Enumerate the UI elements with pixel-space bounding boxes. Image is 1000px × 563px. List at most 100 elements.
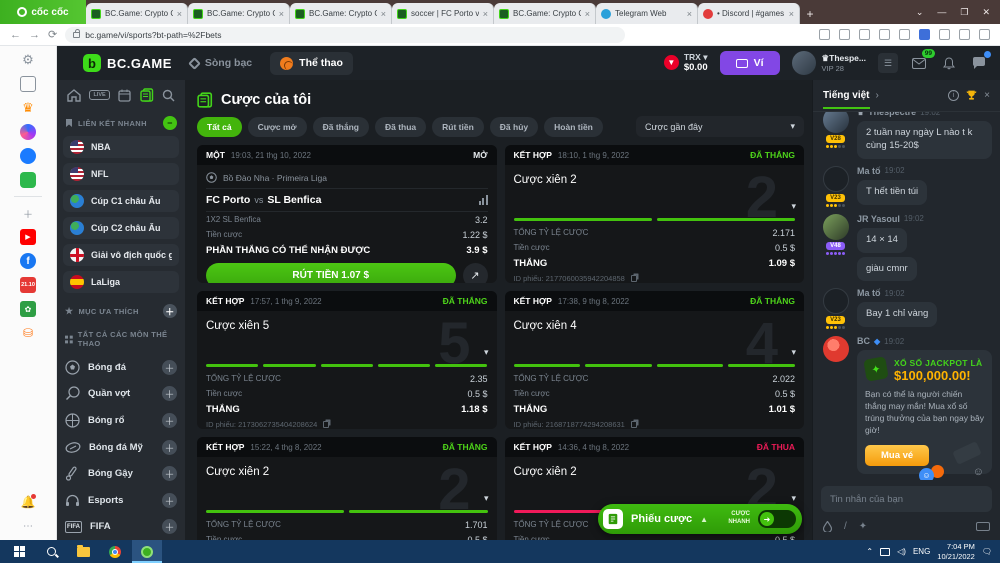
home-icon[interactable] bbox=[67, 88, 81, 102]
facebook-icon[interactable]: f bbox=[20, 253, 36, 269]
copy-icon[interactable] bbox=[630, 421, 637, 428]
wallet-button[interactable]: Ví bbox=[719, 51, 780, 75]
sport-item-cricket[interactable]: Bóng Gậy ＋ bbox=[63, 460, 179, 487]
filter-cashout[interactable]: Rút tiền bbox=[432, 116, 484, 137]
avatar[interactable] bbox=[822, 165, 849, 192]
chat-commands-icon[interactable]: / bbox=[844, 521, 847, 532]
browser-tab[interactable]: BC.Game: Crypto Casino × bbox=[290, 3, 392, 24]
tray-expand-icon[interactable]: ⌃ bbox=[866, 547, 873, 556]
filter-open[interactable]: Cược mở bbox=[247, 116, 307, 137]
expand-caret-icon[interactable]: ▾ bbox=[484, 493, 489, 504]
newsfeed-icon[interactable] bbox=[20, 76, 36, 92]
coccoc-brand[interactable]: cốc cốc bbox=[0, 0, 86, 24]
keyboard-icon[interactable] bbox=[976, 521, 990, 531]
chrome-button[interactable] bbox=[100, 540, 130, 563]
volume-icon[interactable]: ◁) bbox=[897, 547, 906, 556]
share-page-icon[interactable] bbox=[859, 29, 870, 40]
collapse-quick-links-button[interactable]: − bbox=[163, 116, 177, 130]
sport-item-football[interactable]: Bóng đá ＋ bbox=[63, 354, 179, 381]
close-chat-icon[interactable]: × bbox=[984, 90, 990, 101]
live-icon[interactable]: LIVE bbox=[89, 90, 110, 100]
more-options-icon[interactable]: ⋯ bbox=[20, 518, 36, 534]
calendar-tile-icon[interactable]: 21.10 bbox=[20, 277, 36, 293]
tab-close-icon[interactable]: × bbox=[279, 9, 284, 19]
chat-rules-icon[interactable]: ✦ bbox=[859, 521, 867, 532]
buy-ticket-button[interactable]: Mua vé bbox=[865, 445, 930, 466]
address-bar[interactable]: bc.game/vi/sports?bt-path=%2Fbets bbox=[65, 26, 626, 43]
sport-item-esports[interactable]: Esports ＋ bbox=[63, 487, 179, 514]
bookmark-star-icon[interactable] bbox=[879, 29, 890, 40]
adblock-shield-icon[interactable] bbox=[899, 29, 910, 40]
user-profile[interactable]: ♛Thespe... VIP 28 bbox=[791, 51, 866, 75]
tab-search-icon[interactable]: ⌄ bbox=[916, 7, 924, 18]
jackpot-card[interactable]: ✦ XỔ SỐ JACKPOT LÀ $100,000.00! Bạn có t… bbox=[857, 350, 992, 480]
copy-icon[interactable] bbox=[323, 421, 330, 428]
profile-icon[interactable] bbox=[959, 29, 970, 40]
filter-all[interactable]: Tất cả bbox=[197, 116, 242, 137]
expand-caret-icon[interactable]: ▾ bbox=[791, 347, 796, 358]
network-icon[interactable] bbox=[880, 547, 891, 556]
chevron-right-icon[interactable]: › bbox=[876, 90, 879, 101]
chat-username[interactable]: JR Yasoul bbox=[857, 214, 900, 224]
tab-close-icon[interactable]: × bbox=[483, 9, 488, 19]
match-row[interactable]: FC Porto vs SL Benfica bbox=[206, 189, 488, 212]
forward-button[interactable]: → bbox=[29, 29, 40, 41]
inbox-button[interactable]: 99 bbox=[910, 49, 935, 72]
filter-cancelled[interactable]: Đã hủy bbox=[489, 116, 539, 137]
sport-item-fifa[interactable]: FIFA FIFA ＋ bbox=[63, 513, 179, 540]
filter-refund[interactable]: Hoàn tiền bbox=[544, 116, 603, 137]
translate-icon[interactable] bbox=[839, 29, 850, 40]
quick-bet-toggle[interactable]: ➜ bbox=[758, 510, 796, 528]
browser-tab[interactable]: BC.Game: Crypto Casino × bbox=[86, 3, 188, 24]
promo-tile-icon[interactable]: ✿ bbox=[20, 301, 36, 317]
sidebar-item-laliga[interactable]: LaLiga bbox=[63, 271, 179, 293]
emoji-bubble-icon[interactable]: ☺ bbox=[919, 468, 934, 480]
messenger-icon[interactable] bbox=[20, 124, 36, 140]
browser-tab[interactable]: BC.Game: Crypto Casino × bbox=[494, 3, 596, 24]
back-button[interactable]: ← bbox=[10, 29, 21, 41]
taskbar-clock[interactable]: 7:04 PM 10/21/2022 bbox=[937, 542, 975, 562]
avatar[interactable] bbox=[822, 213, 849, 240]
add-shortcut-icon[interactable]: ＋ bbox=[20, 205, 36, 221]
sidebar-item-champions-league[interactable]: Cúp C1 châu Âu bbox=[63, 190, 179, 212]
filter-won[interactable]: Đã thắng bbox=[312, 116, 369, 137]
expand-caret-icon[interactable]: ▾ bbox=[791, 493, 796, 504]
extension-icon[interactable] bbox=[939, 29, 950, 40]
currency-selector[interactable]: ▼ TRX ▾ $0.00 bbox=[663, 52, 708, 74]
shopping-cart-icon[interactable]: ⛁ bbox=[20, 325, 36, 341]
avatar[interactable] bbox=[822, 288, 849, 315]
avatar[interactable] bbox=[822, 112, 849, 134]
notification-center-icon[interactable]: 🗨 bbox=[982, 547, 992, 556]
share-bet-button[interactable]: ↗ bbox=[462, 263, 488, 283]
expand-caret-icon[interactable]: ▾ bbox=[791, 201, 796, 212]
sport-item-american-football[interactable]: Bóng đá Mỹ ＋ bbox=[63, 434, 179, 461]
calendar-icon[interactable] bbox=[118, 89, 131, 102]
expand-sport-button[interactable]: ＋ bbox=[162, 359, 177, 375]
cashout-button[interactable]: RÚT TIỀN 1.07 $ bbox=[206, 263, 456, 283]
language-indicator[interactable]: ENG bbox=[913, 547, 930, 556]
downloads-tray-icon[interactable] bbox=[979, 29, 990, 40]
trophy-icon[interactable] bbox=[965, 89, 978, 102]
my-bets-icon[interactable] bbox=[139, 88, 154, 102]
browser-tab[interactable]: Telegram Web × bbox=[596, 3, 698, 24]
sidebar-item-national-league[interactable]: Giải vô địch quốc gia bbox=[63, 244, 179, 266]
file-explorer-button[interactable] bbox=[68, 540, 98, 563]
collapse-panel-icon[interactable]: ☰ bbox=[878, 53, 898, 73]
start-button[interactable] bbox=[4, 540, 34, 563]
copy-icon[interactable] bbox=[630, 275, 637, 282]
minimize-button[interactable]: — bbox=[937, 7, 946, 17]
settings-gear-icon[interactable]: ⚙ bbox=[20, 52, 36, 68]
tab-close-icon[interactable]: × bbox=[381, 9, 386, 19]
games-icon[interactable] bbox=[20, 172, 36, 188]
sidebar-item-nba[interactable]: NBA bbox=[63, 136, 179, 158]
expand-sport-button[interactable]: ＋ bbox=[162, 466, 177, 482]
new-tab-button[interactable]: + bbox=[800, 4, 820, 24]
expand-sport-button[interactable]: ＋ bbox=[162, 386, 177, 402]
tab-close-icon[interactable]: × bbox=[687, 9, 692, 19]
chat-username[interactable]: Thespectre bbox=[868, 112, 916, 117]
sidebar-item-nfl[interactable]: NFL bbox=[63, 163, 179, 185]
chat-info-icon[interactable]: i bbox=[948, 90, 960, 101]
browser-tab[interactable]: soccer | FC Porto vs SL B × bbox=[392, 3, 494, 24]
zalo-icon[interactable] bbox=[20, 148, 36, 164]
chat-input[interactable] bbox=[821, 486, 992, 512]
